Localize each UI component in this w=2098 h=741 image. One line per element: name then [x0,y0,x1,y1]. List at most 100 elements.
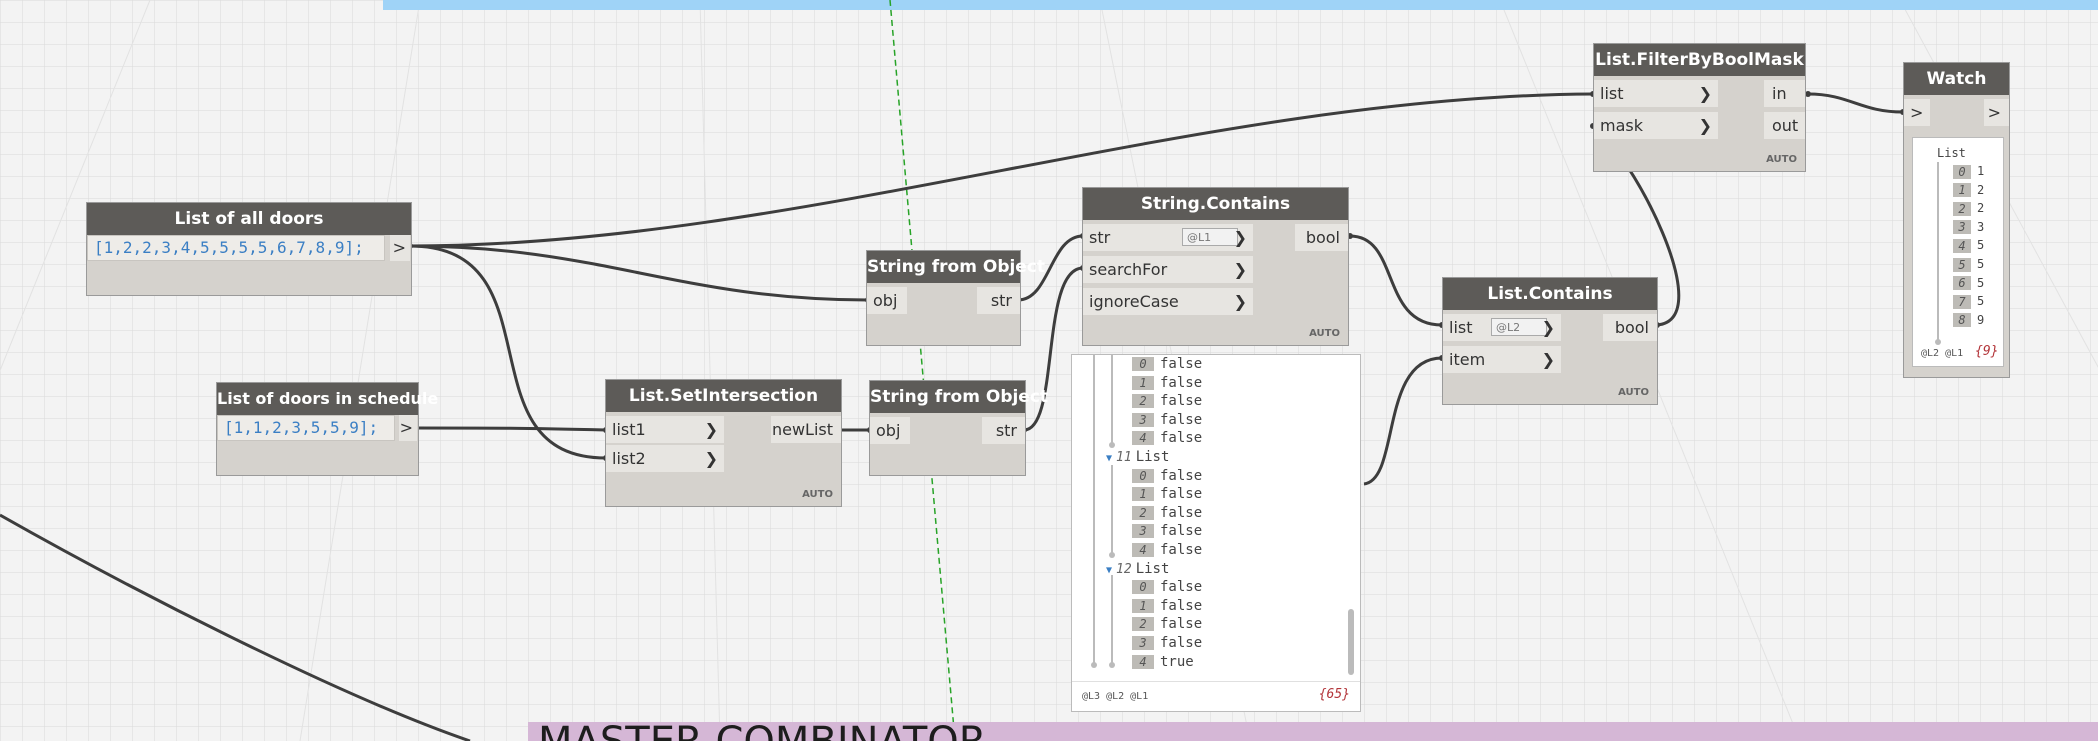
preview-footer-divider [1072,681,1360,682]
item-value: false [1160,411,1203,428]
node-title: List.SetIntersection [606,380,841,412]
item-index: 2 [1132,617,1154,632]
item-index: 5 [1953,257,1971,272]
preview-item: 1 false [1132,597,1202,615]
list-levels: @L2 @L1 [1921,348,1964,359]
input-port-list1[interactable]: list1 ❯ [606,416,724,443]
item-value: false [1160,597,1203,614]
watch-item: 75 [1953,292,1984,310]
top-bar [383,0,2098,10]
preview-item: 0 false [1132,467,1202,485]
input-port[interactable]: > [1904,99,1930,126]
input-port-item[interactable]: item ❯ [1443,346,1561,373]
item-value: 2 [1977,182,1985,197]
output-port[interactable]: > [1984,99,2009,126]
scrollbar[interactable] [1348,609,1354,675]
lacing-selector[interactable]: @L2 [1491,318,1547,336]
input-port-obj[interactable]: obj [870,417,910,444]
preview-item: 4 true [1132,653,1194,671]
watch-preview[interactable]: List 011222334555657589 @L2 @L1 {9} [1912,137,2004,367]
item-index: 2 [1132,394,1154,409]
node-watch[interactable]: Watch > > List 011222334555657589 @L2 @L… [1903,62,2010,378]
output-port[interactable]: > [390,235,410,261]
item-index: 1 [1132,487,1154,502]
sublist-label: List [1135,449,1170,465]
tree-lines [1935,162,1941,345]
preview-item: 3 false [1132,634,1202,652]
output-port-bool[interactable]: bool [1603,314,1657,341]
chevron-right-icon: ❯ [1698,116,1712,135]
output-port[interactable]: > [399,415,417,441]
watch-item: 45 [1953,236,1984,254]
watch-item: 01 [1953,162,1984,180]
preview-sublist-header: ▼ 12 List [1106,560,1169,578]
code-block-input[interactable]: [1,2,2,3,4,5,5,5,5,6,7,8,9]; [87,235,385,261]
node-title: List.Contains [1443,278,1657,310]
node-title: String.Contains [1083,188,1348,220]
node-list-filterbyboolmask[interactable]: List.FilterByBoolMask list ❯ mask ❯ in out… [1593,43,1806,172]
item-index: 7 [1953,294,1971,309]
item-value: 3 [1977,219,1985,234]
watch-list-label: List [1937,146,1966,160]
item-value: false [1160,393,1203,410]
node-string-from-object-2[interactable]: String from Object obj str [869,380,1048,476]
item-value: false [1160,542,1203,558]
output-port-newlist[interactable]: newList [771,416,841,443]
item-index: 1 [1132,375,1154,390]
item-index: 4 [1132,543,1154,557]
item-value: 5 [1977,238,1985,253]
item-index: 0 [1132,357,1154,371]
node-string-contains[interactable]: String.Contains str @L1 ❯ searchFor ❯ ign… [1082,187,1349,346]
preview-item: 2 false [1132,392,1202,410]
input-port-obj[interactable]: obj [867,287,907,314]
node-title: String from Object [870,381,1048,413]
lacing-selector[interactable]: @L1 [1182,228,1238,246]
input-port-searchfor[interactable]: searchFor ❯ [1083,256,1253,283]
item-value: false [1160,430,1203,447]
preview-item: 3 false [1132,522,1202,540]
node-list-of-doors-in-schedule[interactable]: List of doors in schedule [1,1,2,3,5,5,9… [216,382,438,476]
item-value: false [1160,467,1203,484]
input-port-list[interactable]: list ❯ [1594,80,1718,107]
item-value: 5 [1977,257,1985,271]
group-master-combinator[interactable]: MASTER COMBINATOR [528,722,2098,741]
item-index: 4 [1132,654,1154,669]
item-index: 1 [1953,183,1971,198]
collapse-triangle-icon[interactable]: ▼ [1106,565,1112,576]
input-port-list2[interactable]: list2 ❯ [606,445,724,472]
output-port-out[interactable]: out [1764,112,1805,139]
item-index: 6 [1953,276,1971,291]
output-port-str[interactable]: str [982,417,1025,444]
input-port-list[interactable]: list @L2 ❯ [1443,314,1561,341]
code-block-input[interactable]: [1,1,2,3,5,5,9]; [217,415,395,441]
node-list-of-all-doors[interactable]: List of all doors [1,2,2,3,4,5,5,5,5,6,7… [86,202,412,296]
item-index: 1 [1132,598,1154,613]
group-title: MASTER COMBINATOR [538,722,987,741]
code-text: [1,1,2,3,5,5,9]; [224,418,379,437]
output-port-bool[interactable]: bool [1295,224,1348,251]
input-port-str[interactable]: str @L1 ❯ [1083,224,1253,251]
node-list-setintersection[interactable]: List.SetIntersection list1 ❯ list2 ❯ newLi… [605,379,842,507]
item-value: true [1160,653,1194,670]
input-port-mask[interactable]: mask ❯ [1594,112,1718,139]
input-port-ignorecase[interactable]: ignoreCase ❯ [1083,288,1253,315]
item-value: 1 [1977,164,1985,178]
item-value: 9 [1977,312,1985,327]
preview-item: 2 false [1132,504,1202,522]
node-list-contains[interactable]: List.Contains list @L2 ❯ item ❯ bool AUTO [1442,277,1658,405]
lacing-mode-label: AUTO [1618,387,1649,398]
item-index: 3 [1132,524,1154,539]
preview-bubble[interactable]: 0 false 1 false 2 false 3 false 4 false ▼ 11 List 0 fa… [1071,354,1361,712]
output-port-str[interactable]: str [977,287,1020,314]
chevron-right-icon: ❯ [1233,292,1247,311]
collapse-triangle-icon[interactable]: ▼ [1106,453,1112,464]
preview-sublist-header: ▼ 11 List [1106,448,1169,466]
item-value: 2 [1977,201,1985,216]
chevron-right-icon: ❯ [704,420,718,439]
output-port-in[interactable]: in [1764,80,1805,107]
item-count: {65} [1318,687,1350,702]
preview-item: 1 false [1132,485,1202,503]
node-string-from-object-1[interactable]: String from Object obj str [866,250,1045,346]
node-title: List of all doors [87,203,411,235]
preview-item: 0 false [1132,355,1202,373]
